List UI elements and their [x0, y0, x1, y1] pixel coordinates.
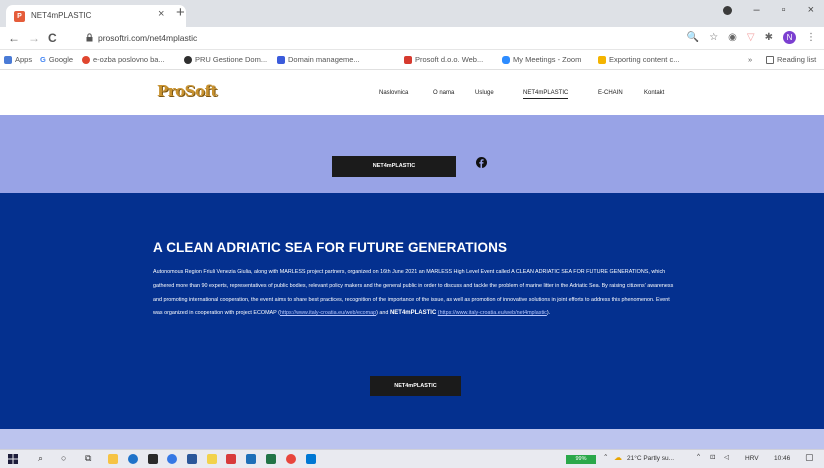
back-button[interactable]: ←	[8, 31, 20, 45]
next-section-strip	[0, 429, 824, 449]
close-window-button[interactable]: ×	[808, 4, 814, 16]
shield-icon[interactable]: ▽	[747, 32, 755, 43]
tab-strip: P NET4mPLASTIC × + – ▫ ×	[0, 0, 824, 27]
nav-e-chain[interactable]: E-CHAIN	[598, 90, 623, 96]
bookmarks-overflow[interactable]: »	[748, 55, 752, 64]
zoom-icon[interactable]: 🔍	[687, 32, 699, 43]
net4mplastic-button-top[interactable]: NET4mPLASTIC	[332, 156, 456, 177]
reading-list[interactable]: Reading list	[766, 55, 816, 64]
chrome-icon[interactable]	[286, 454, 296, 464]
app-icon[interactable]	[167, 454, 177, 464]
extension-icon[interactable]: ◉	[728, 32, 737, 43]
bookmark-icon	[184, 55, 192, 64]
calculator-icon[interactable]	[246, 454, 256, 464]
nav-usluge[interactable]: Usluge	[475, 90, 494, 96]
address-bar-row: ← → C prosoftri.com/net4mplastic 🔍 ☆ ◉ ▽…	[0, 27, 824, 50]
language-indicator[interactable]: HRV	[745, 455, 759, 462]
section-heading: A CLEAN ADRIATIC SEA FOR FUTURE GENERATI…	[153, 240, 508, 255]
bookmark-prosoft[interactable]: Prosoft d.o.o. Web...	[404, 55, 483, 64]
bookmarks-bar: Apps G Google e-ozba poslovno ba... PRU …	[0, 50, 824, 70]
maximize-button[interactable]: ▫	[782, 4, 786, 16]
bookmark-zoom[interactable]: My Meetings - Zoom	[502, 55, 581, 64]
windows-start-icon[interactable]	[8, 454, 18, 464]
file-explorer-icon[interactable]	[108, 454, 118, 464]
bookmark-icon	[598, 55, 606, 64]
site-header: ProSoft Naslovnica O nama Usluge NET4mPL…	[0, 71, 824, 115]
zoom-icon	[502, 55, 510, 64]
nav-o-nama[interactable]: O nama	[433, 90, 454, 96]
site-logo[interactable]: ProSoft	[157, 82, 217, 100]
bookmark-google[interactable]: G Google	[40, 55, 73, 64]
tab-title: NET4mPLASTIC	[31, 11, 92, 20]
store-icon[interactable]	[148, 454, 158, 464]
address-bar[interactable]: prosoftri.com/net4mplastic	[82, 30, 712, 47]
bookmark-icon	[277, 55, 285, 64]
edge-icon[interactable]	[128, 454, 138, 464]
puzzle-icon[interactable]: ✱	[765, 32, 773, 43]
weather-icon: ☁	[614, 453, 622, 462]
chevron-up-icon[interactable]: ⌃	[603, 453, 608, 461]
word-icon[interactable]	[187, 454, 197, 464]
new-tab-button[interactable]: +	[176, 4, 185, 22]
task-view-icon[interactable]: ⧉	[85, 453, 91, 464]
weather-text[interactable]: 21°C Partly su...	[627, 455, 674, 462]
menu-icon[interactable]: ⋮	[806, 32, 816, 43]
clock[interactable]: 10:46	[774, 455, 790, 462]
nav-net4mplastic[interactable]: NET4mPLASTIC	[523, 90, 569, 99]
reading-list-icon	[766, 55, 774, 64]
star-icon[interactable]: ☆	[709, 32, 718, 43]
forward-button[interactable]: →	[28, 31, 40, 45]
bookmark-apps[interactable]: Apps	[4, 55, 32, 64]
record-indicator-icon[interactable]	[722, 5, 732, 15]
acrobat-icon[interactable]	[226, 454, 236, 464]
bookmark-icon	[404, 55, 412, 64]
google-icon: G	[40, 55, 46, 64]
tray-chevron-icon[interactable]: ^	[697, 453, 700, 460]
url-text: prosoftri.com/net4mplastic	[98, 33, 198, 43]
tab-close-button[interactable]: ×	[158, 8, 164, 20]
site-favicon-icon: P	[14, 11, 25, 22]
net4mplastic-bold: NET4mPLASTIC	[389, 310, 437, 317]
net4mplastic-link[interactable]: (https://www.italy-croatia.eu/web/net4mp…	[438, 310, 547, 316]
windows-taskbar: ⌕ ○ ⧉ 99% ⌃ ☁ 21°C Partly su... ^ ⊡ ◁ HR…	[0, 449, 824, 468]
battery-indicator[interactable]: 99%	[566, 455, 596, 464]
minimize-button[interactable]: –	[754, 4, 760, 16]
toolbar-actions: 🔍 ☆ ◉ ▽ ✱ N ⋮	[687, 31, 816, 44]
lock-icon	[86, 33, 93, 42]
bookmark-exporting[interactable]: Exporting content c...	[598, 55, 679, 64]
volume-icon[interactable]: ◁	[724, 453, 729, 461]
apps-grid-icon	[4, 55, 12, 64]
window-controls: – ▫ ×	[722, 4, 814, 16]
nav-kontakt[interactable]: Kontakt	[644, 90, 664, 96]
ecomap-link[interactable]: https://www.italy-croatia.eu/web/ecomap	[280, 310, 376, 316]
browser-tab[interactable]: P NET4mPLASTIC ×	[6, 5, 186, 27]
cortana-icon[interactable]: ○	[61, 453, 66, 463]
net4mplastic-button-bottom[interactable]: NET4mPLASTIC	[370, 376, 461, 396]
section-paragraph: Autonomous Region Friuli Venezia Giulia,…	[153, 269, 674, 317]
bookmark-e-ozba[interactable]: e-ozba poslovno ba...	[82, 55, 165, 64]
search-icon[interactable]: ⌕	[38, 453, 43, 464]
reload-button[interactable]: C	[48, 31, 57, 45]
facebook-icon[interactable]	[476, 157, 487, 168]
hero-band	[0, 115, 824, 193]
bookmark-icon	[82, 55, 90, 64]
notifications-icon[interactable]: ▢	[805, 452, 814, 463]
profile-avatar[interactable]: N	[783, 31, 796, 44]
nav-naslovnica[interactable]: Naslovnica	[379, 90, 408, 96]
network-icon[interactable]: ⊡	[710, 453, 715, 461]
outlook-icon[interactable]	[306, 454, 316, 464]
notes-icon[interactable]	[207, 454, 217, 464]
bookmark-pru[interactable]: PRU Gestione Dom...	[184, 55, 267, 64]
bookmark-domain[interactable]: Domain manageme...	[277, 55, 360, 64]
excel-icon[interactable]	[266, 454, 276, 464]
